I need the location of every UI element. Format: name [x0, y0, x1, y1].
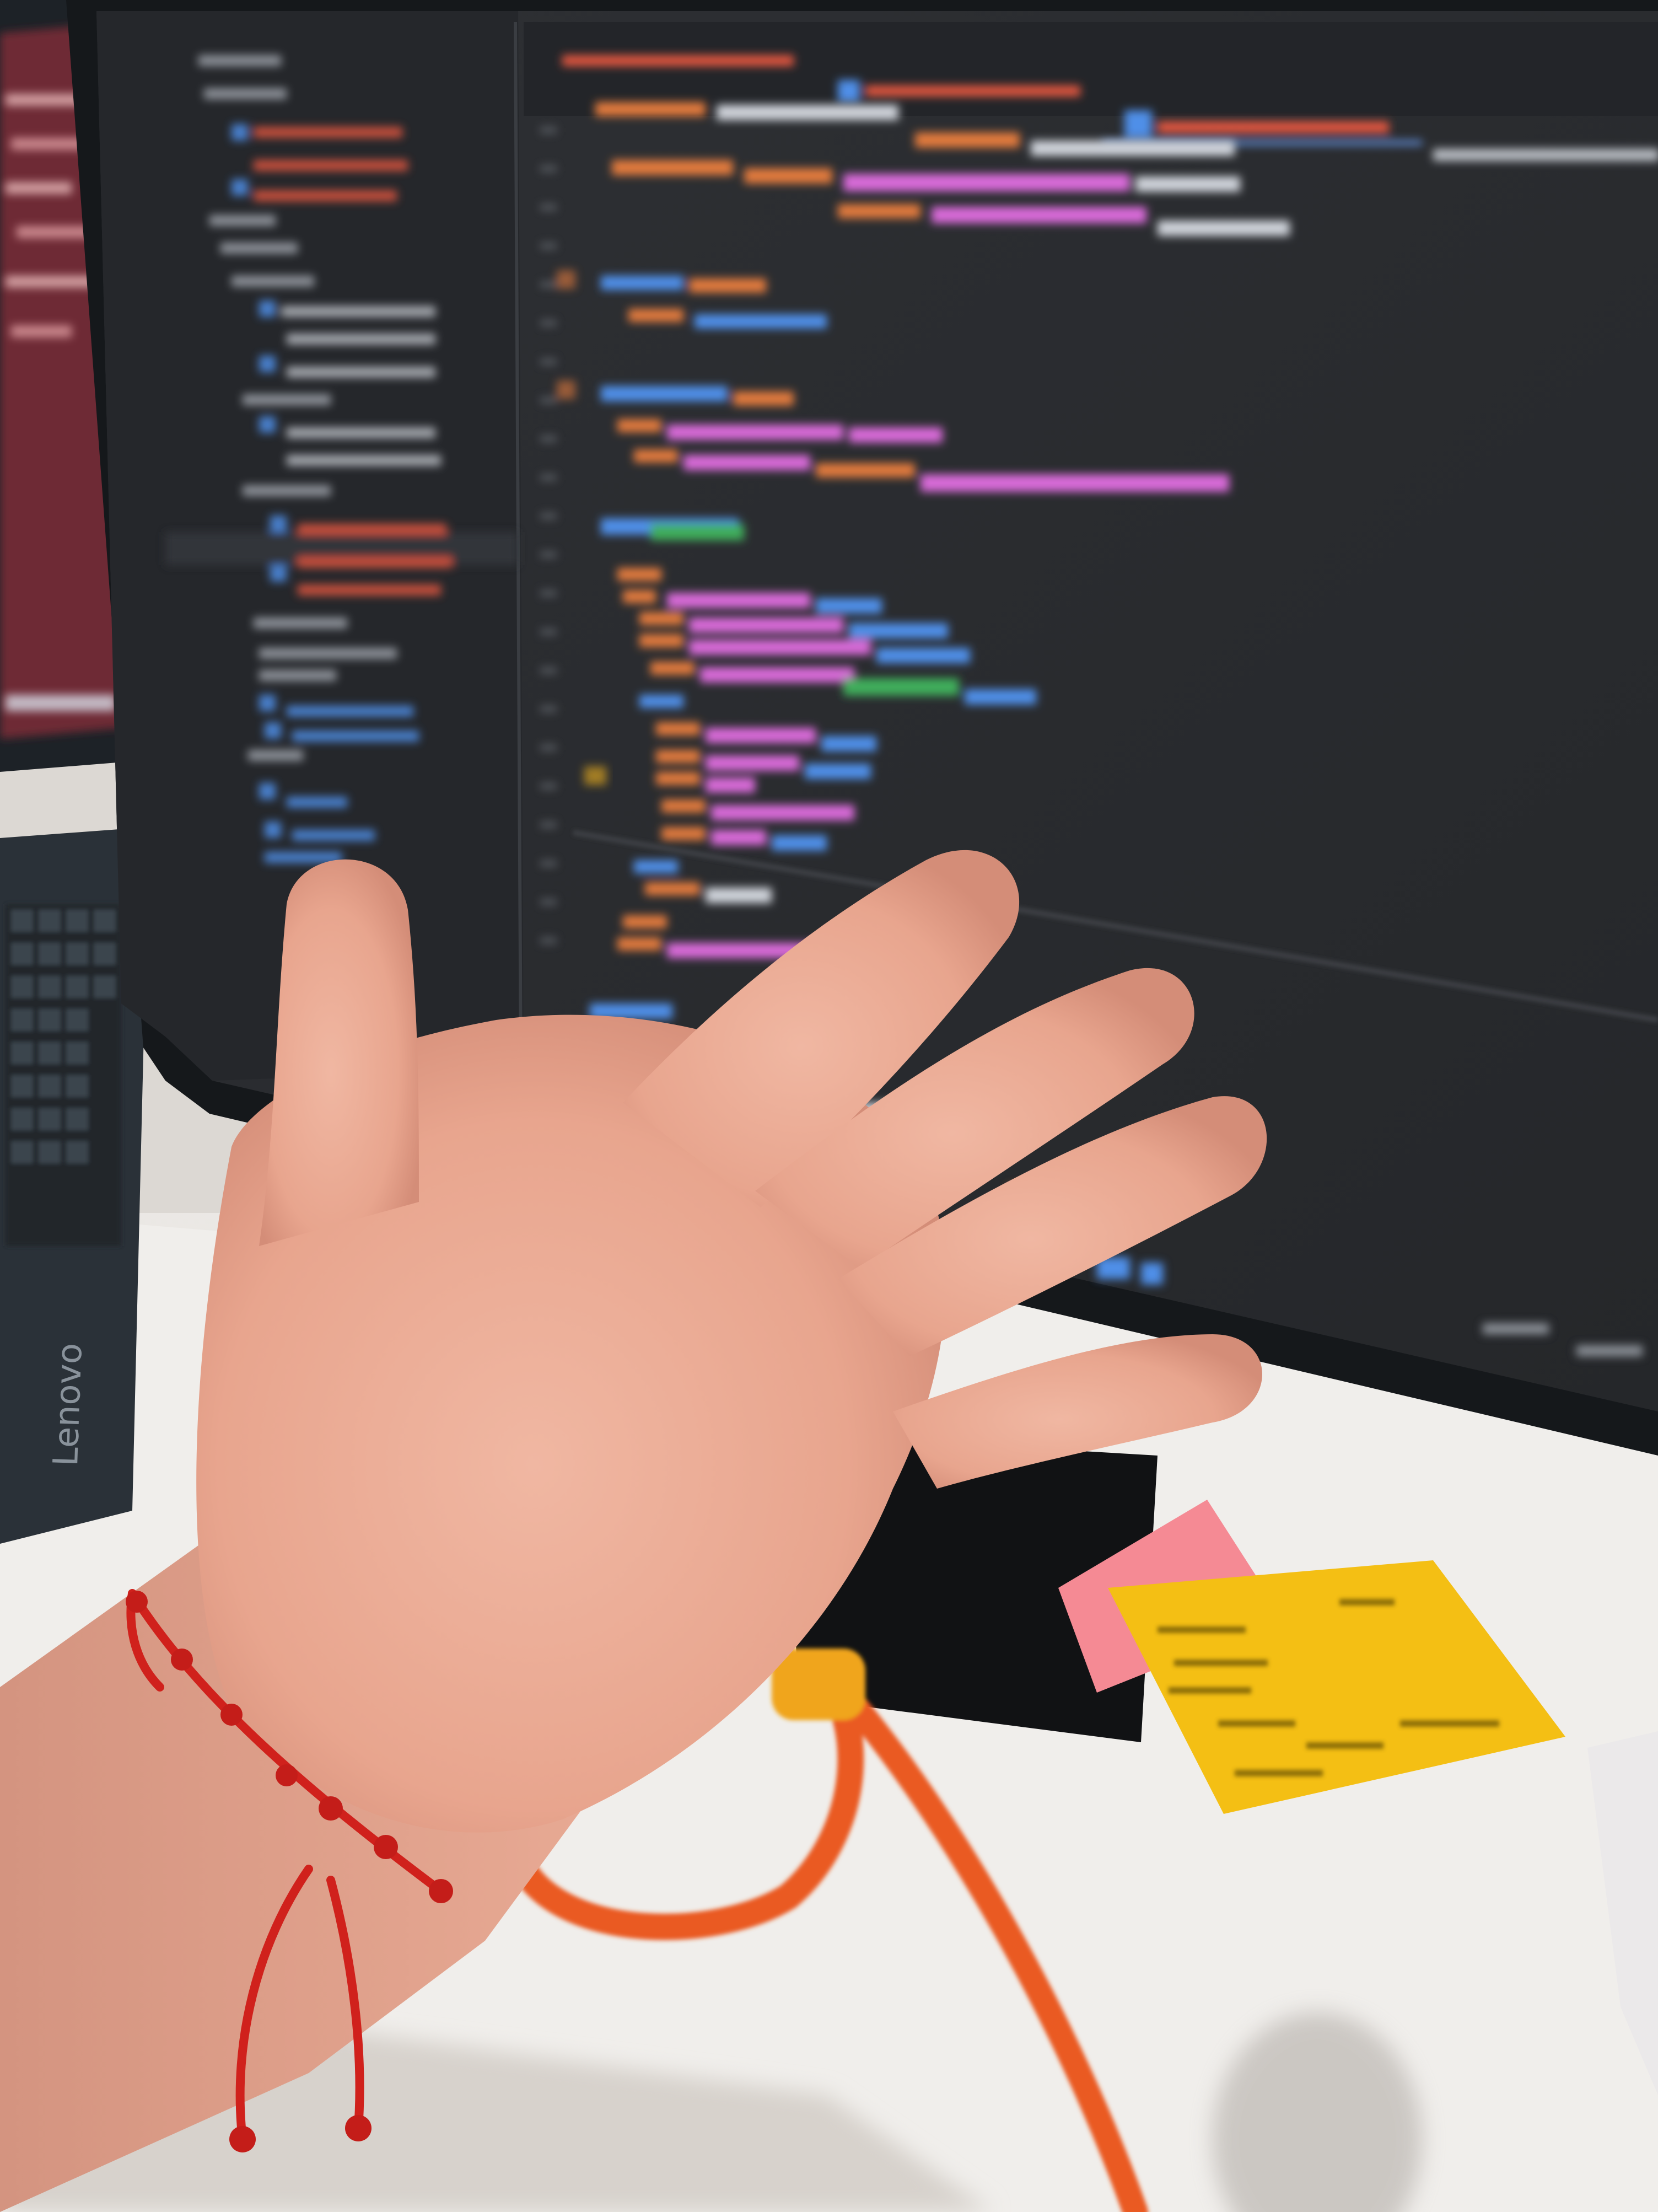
laptop-logo: Lenovo: [45, 1343, 90, 1467]
cable-clip: [772, 1649, 865, 1720]
laptop-keyboard: [6, 904, 121, 1246]
ide-tab-bar: [524, 22, 1658, 116]
photo-scene: Lenovo: [0, 0, 1658, 2212]
